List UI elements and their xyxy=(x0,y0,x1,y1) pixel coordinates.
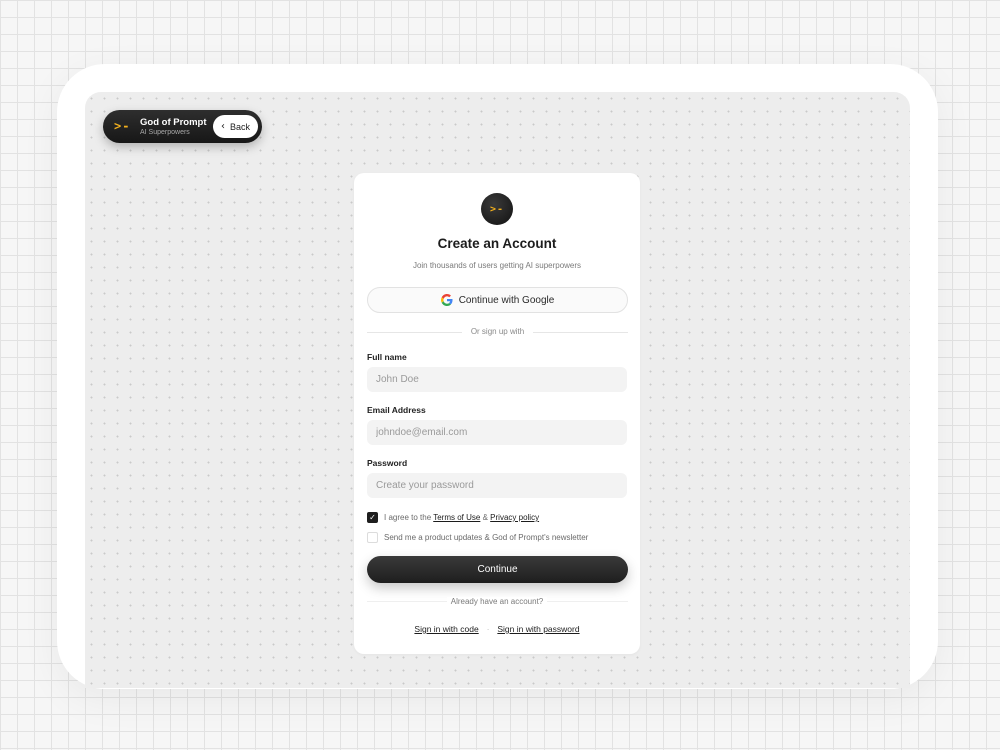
newsletter-label: Send me a product updates & God of Promp… xyxy=(384,533,589,542)
link-separator: · xyxy=(486,624,490,634)
google-button-label: Continue with Google xyxy=(458,294,555,306)
terms-text: I agree to the Terms of Use & Privacy po… xyxy=(384,513,539,522)
terms-checkbox[interactable]: ✓ xyxy=(367,512,378,523)
email-label: Email Address xyxy=(367,405,426,415)
page-subtitle: Join thousands of users getting AI super… xyxy=(412,261,582,270)
brand-header: >- God of Prompt AI Superpowers ‹ Back xyxy=(103,110,262,143)
checkmark-icon: ✓ xyxy=(369,512,376,522)
chevron-left-icon: ‹ xyxy=(220,121,225,132)
terms-amp: & xyxy=(482,513,488,522)
full-name-input[interactable] xyxy=(367,367,627,392)
brand-name: God of Prompt xyxy=(140,117,207,128)
signup-card: >- Create an Account Join thousands of u… xyxy=(354,173,640,654)
full-name-label: Full name xyxy=(367,352,407,362)
newsletter-checkbox[interactable] xyxy=(367,532,378,543)
back-button[interactable]: ‹ Back xyxy=(213,115,258,138)
signin-with-code-link[interactable]: Sign in with code xyxy=(414,624,478,634)
signin-with-password-link[interactable]: Sign in with password xyxy=(497,624,579,634)
password-input[interactable] xyxy=(367,473,627,498)
password-label: Password xyxy=(367,458,408,468)
terminal-logo-icon: >- xyxy=(481,193,513,225)
page-title: Create an Account xyxy=(437,236,557,251)
signin-links: Sign in with code · Sign in with passwor… xyxy=(354,624,640,634)
terms-row: ✓ I agree to the Terms of Use & Privacy … xyxy=(367,512,539,523)
already-account-text: Already have an account? xyxy=(354,597,640,606)
privacy-policy-link[interactable]: Privacy policy xyxy=(490,513,539,522)
signup-divider: Or sign up with xyxy=(367,327,628,337)
email-input[interactable] xyxy=(367,420,627,445)
brand-tagline: AI Superpowers xyxy=(140,129,190,136)
terminal-logo-icon: >- xyxy=(114,119,131,133)
terms-of-use-link[interactable]: Terms of Use xyxy=(433,513,480,522)
divider-line-right xyxy=(533,332,628,333)
continue-button[interactable]: Continue xyxy=(367,556,628,583)
back-button-label: Back xyxy=(229,121,250,132)
google-icon xyxy=(440,294,453,306)
already-account-label: Already have an account? xyxy=(446,597,548,606)
google-signin-button[interactable]: Continue with Google xyxy=(367,287,628,313)
newsletter-row: Send me a product updates & God of Promp… xyxy=(367,532,588,543)
terms-prefix: I agree to the xyxy=(384,513,432,522)
